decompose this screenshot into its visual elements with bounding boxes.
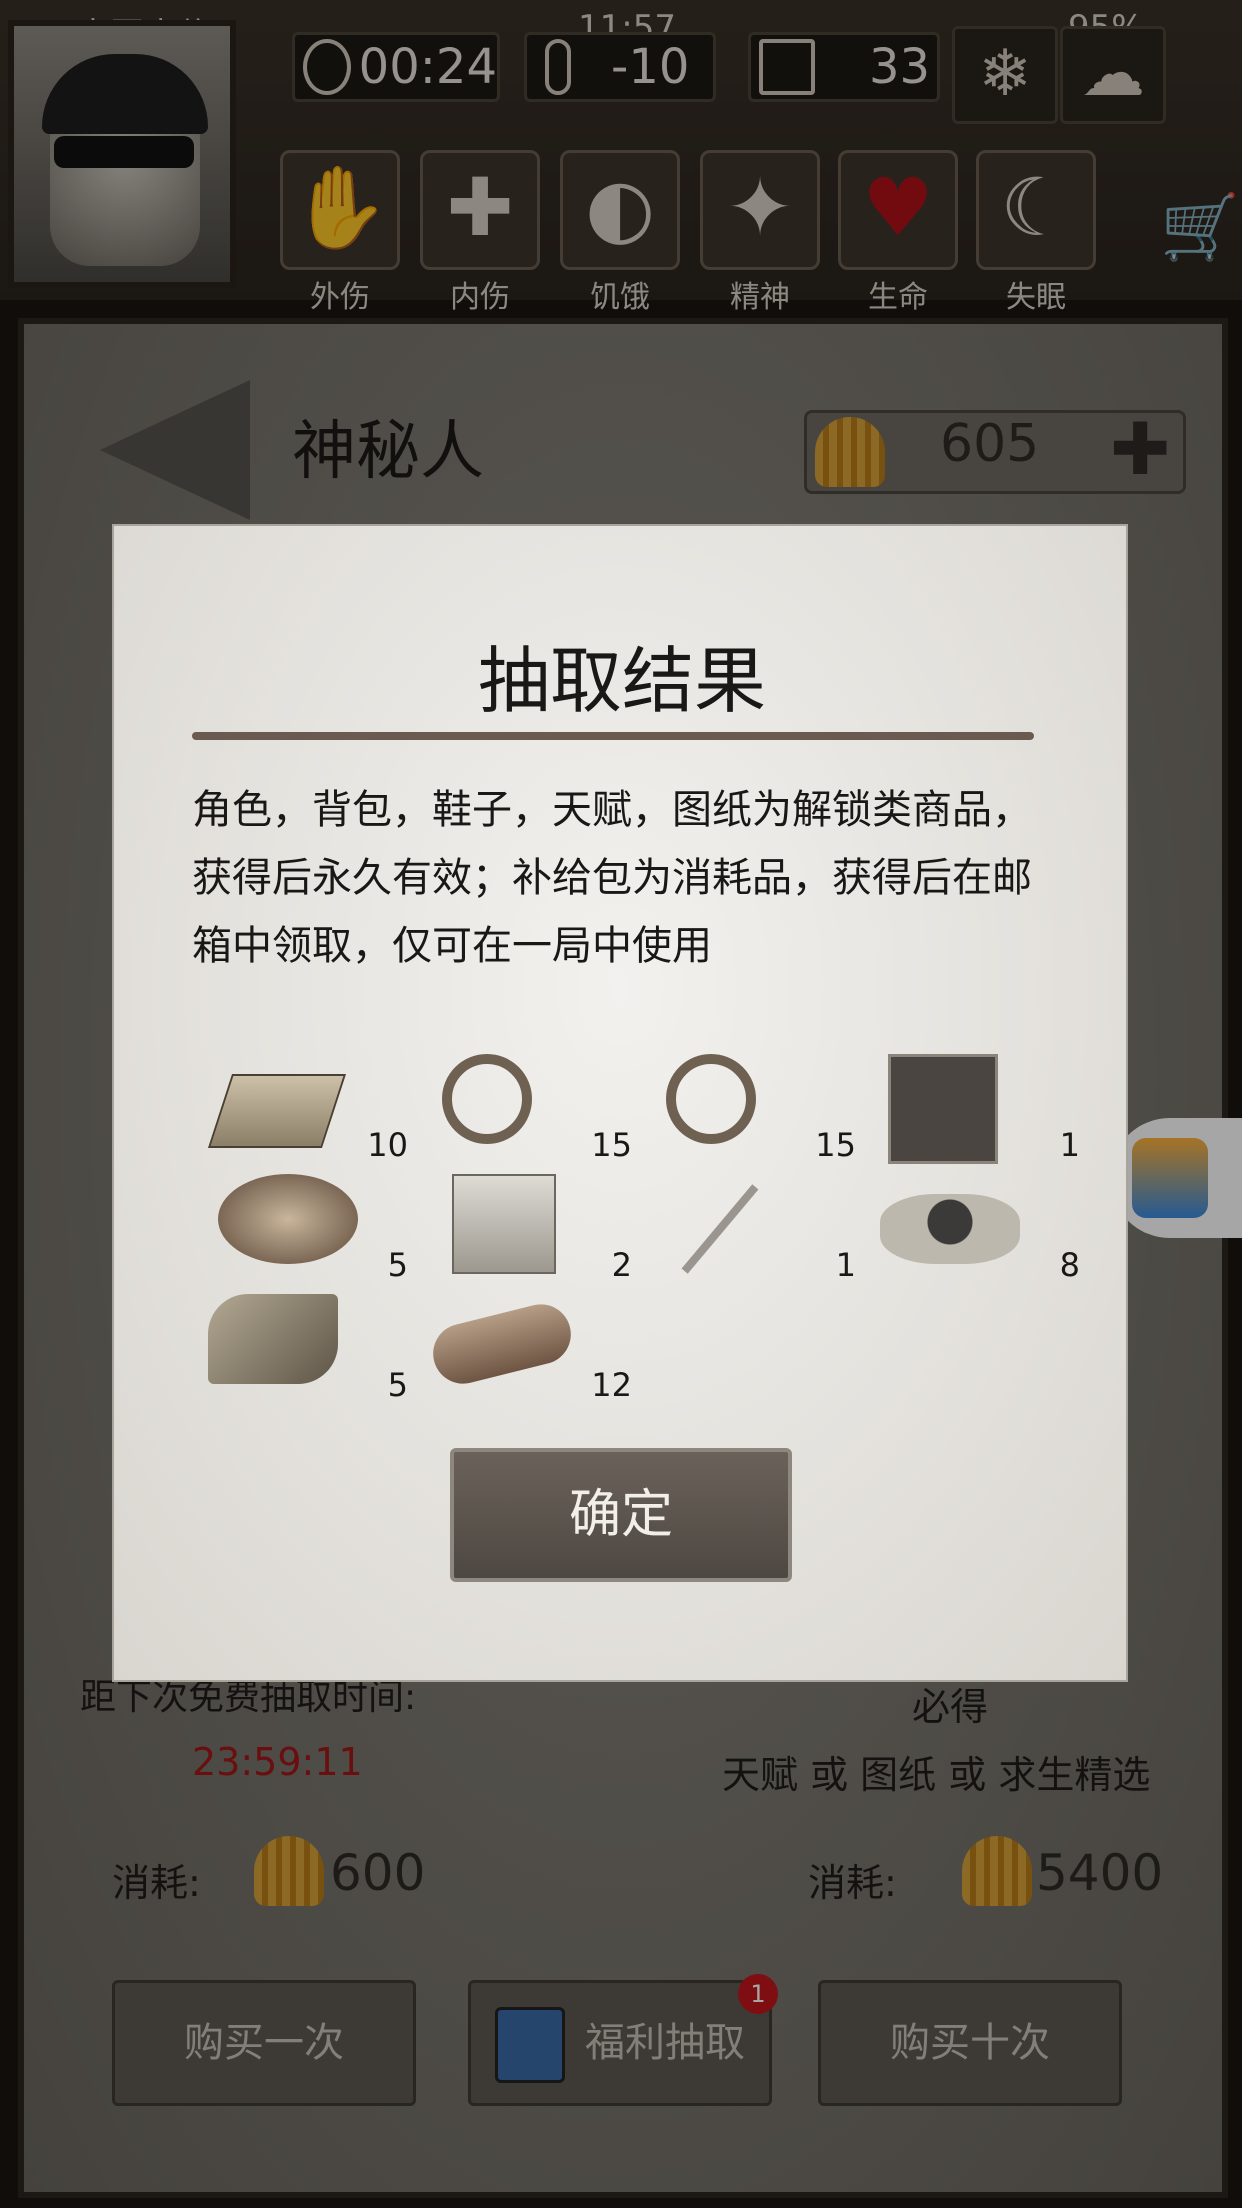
meat-icon [426,1297,578,1391]
item-qty: 15 [591,1126,632,1164]
item-qty: 5 [387,1246,408,1284]
reward-item: 10 [207,1054,408,1164]
title-divider [192,732,1034,740]
ginseng-icon [208,1294,338,1384]
book-icon [207,1074,347,1148]
item-qty: 8 [1059,1246,1080,1284]
rope-icon [442,1054,532,1144]
item-qty: 1 [1059,1126,1080,1164]
reward-item: 12 [426,1294,632,1404]
item-qty: 5 [387,1366,408,1404]
item-qty: 2 [611,1246,632,1284]
reward-item: 1 [656,1174,856,1284]
confirm-button[interactable]: 确定 [450,1448,792,1582]
sword-icon [681,1184,759,1274]
dialog-description: 角色，背包，鞋子，天赋，图纸为解锁类商品，获得后永久有效；补给包为消耗品，获得后… [192,787,1032,969]
item-qty: 12 [591,1366,632,1404]
reward-item: 8 [880,1174,1080,1284]
stone-icon [888,1054,998,1164]
box-icon [452,1174,556,1274]
item-qty: 10 [367,1126,408,1164]
item-qty: 15 [815,1126,856,1164]
reward-item: 15 [432,1054,632,1164]
food-bowl-icon [218,1174,358,1264]
iron-ball-icon [880,1194,1020,1264]
reward-item: 1 [880,1054,1080,1164]
reward-item: 5 [208,1174,408,1284]
reward-item: 5 [208,1294,408,1404]
rope-icon [666,1054,756,1144]
reward-item: 15 [656,1054,856,1164]
draw-result-dialog: 抽取结果 角色，背包，鞋子，天赋，图纸为解锁类商品，获得后永久有效；补给包为消耗… [112,524,1128,1682]
dialog-title: 抽取结果 [477,639,766,723]
item-qty: 1 [835,1246,856,1284]
reward-item: 2 [432,1174,632,1284]
